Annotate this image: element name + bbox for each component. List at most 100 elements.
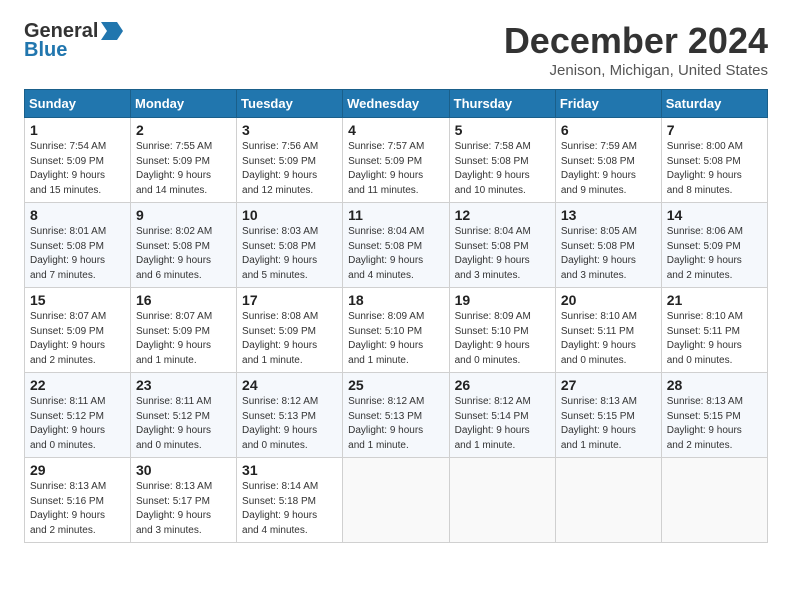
- day-number: 29: [30, 462, 125, 478]
- calendar-cell: 3 Sunrise: 7:56 AM Sunset: 5:09 PM Daylig…: [237, 118, 343, 203]
- day-info: Sunrise: 7:55 AM Sunset: 5:09 PM Dayligh…: [136, 140, 231, 198]
- calendar-cell: 9 Sunrise: 8:02 AM Sunset: 5:08 PM Daylig…: [131, 203, 237, 288]
- day-info: Sunrise: 8:07 AM Sunset: 5:09 PM Dayligh…: [30, 310, 125, 368]
- calendar-cell: 28 Sunrise: 8:13 AM Sunset: 5:15 PM Dayli…: [661, 373, 767, 458]
- day-number: 19: [455, 292, 550, 308]
- calendar-cell: [343, 458, 449, 543]
- day-number: 28: [667, 377, 762, 393]
- day-info: Sunrise: 8:12 AM Sunset: 5:13 PM Dayligh…: [348, 395, 443, 453]
- day-number: 20: [561, 292, 656, 308]
- weekday-header: Monday: [131, 90, 237, 118]
- weekday-header: Wednesday: [343, 90, 449, 118]
- title-location: Jenison, Michigan, United States: [504, 62, 768, 79]
- day-info: Sunrise: 8:11 AM Sunset: 5:12 PM Dayligh…: [30, 395, 125, 453]
- calendar-cell: 17 Sunrise: 8:08 AM Sunset: 5:09 PM Dayli…: [237, 288, 343, 373]
- calendar-header-row: SundayMondayTuesdayWednesdayThursdayFrid…: [25, 90, 768, 118]
- calendar-cell: 27Sunrise: 8:13 AM Sunset: 5:15 PM Dayli…: [555, 373, 661, 458]
- day-number: 10: [242, 207, 337, 223]
- day-number: 17: [242, 292, 337, 308]
- calendar-cell: 2 Sunrise: 7:55 AM Sunset: 5:09 PM Daylig…: [131, 118, 237, 203]
- calendar-cell: 26 Sunrise: 8:12 AM Sunset: 5:14 PM Dayli…: [449, 373, 555, 458]
- calendar-cell: 21 Sunrise: 8:10 AM Sunset: 5:11 PM Dayli…: [661, 288, 767, 373]
- day-info: Sunrise: 8:04 AM Sunset: 5:08 PM Dayligh…: [348, 225, 443, 283]
- calendar-cell: 31 Sunrise: 8:14 AM Sunset: 5:18 PM Dayli…: [237, 458, 343, 543]
- weekday-header: Thursday: [449, 90, 555, 118]
- day-info: Sunrise: 8:12 AM Sunset: 5:14 PM Dayligh…: [455, 395, 550, 453]
- title-block: December 2024 Jenison, Michigan, United …: [504, 20, 768, 79]
- calendar-cell: [555, 458, 661, 543]
- day-number: 31: [242, 462, 337, 478]
- day-number: 4: [348, 122, 443, 138]
- day-info: Sunrise: 8:09 AM Sunset: 5:10 PM Dayligh…: [348, 310, 443, 368]
- day-info: Sunrise: 8:01 AM Sunset: 5:08 PM Dayligh…: [30, 225, 125, 283]
- day-info: Sunrise: 8:09 AM Sunset: 5:10 PM Dayligh…: [455, 310, 550, 368]
- calendar-cell: 12 Sunrise: 8:04 AM Sunset: 5:08 PM Dayli…: [449, 203, 555, 288]
- day-number: 12: [455, 207, 550, 223]
- day-info: Sunrise: 8:13 AM Sunset: 5:15 PM Dayligh…: [667, 395, 762, 453]
- day-info: Sunrise: 8:04 AM Sunset: 5:08 PM Dayligh…: [455, 225, 550, 283]
- day-info: Sunrise: 8:13 AM Sunset: 5:16 PM Dayligh…: [30, 480, 125, 538]
- day-info: Sunrise: 8:03 AM Sunset: 5:08 PM Dayligh…: [242, 225, 337, 283]
- weekday-header: Sunday: [25, 90, 131, 118]
- day-info: Sunrise: 8:02 AM Sunset: 5:08 PM Dayligh…: [136, 225, 231, 283]
- day-info: Sunrise: 7:56 AM Sunset: 5:09 PM Dayligh…: [242, 140, 337, 198]
- calendar-table: SundayMondayTuesdayWednesdayThursdayFrid…: [24, 89, 768, 543]
- day-number: 1: [30, 122, 125, 138]
- day-number: 11: [348, 207, 443, 223]
- day-number: 27: [561, 377, 656, 393]
- day-info: Sunrise: 8:11 AM Sunset: 5:12 PM Dayligh…: [136, 395, 231, 453]
- day-number: 26: [455, 377, 550, 393]
- calendar-cell: 11 Sunrise: 8:04 AM Sunset: 5:08 PM Dayli…: [343, 203, 449, 288]
- day-info: Sunrise: 8:06 AM Sunset: 5:09 PM Dayligh…: [667, 225, 762, 283]
- calendar-cell: 23 Sunrise: 8:11 AM Sunset: 5:12 PM Dayli…: [131, 373, 237, 458]
- calendar-cell: 20 Sunrise: 8:10 AM Sunset: 5:11 PM Dayli…: [555, 288, 661, 373]
- day-number: 25: [348, 377, 443, 393]
- calendar-cell: 13Sunrise: 8:05 AM Sunset: 5:08 PM Dayli…: [555, 203, 661, 288]
- calendar-cell: 19 Sunrise: 8:09 AM Sunset: 5:10 PM Dayli…: [449, 288, 555, 373]
- day-number: 8: [30, 207, 125, 223]
- calendar-cell: 22 Sunrise: 8:11 AM Sunset: 5:12 PM Dayli…: [25, 373, 131, 458]
- calendar-cell: 4 Sunrise: 7:57 AM Sunset: 5:09 PM Daylig…: [343, 118, 449, 203]
- day-number: 22: [30, 377, 125, 393]
- day-info: Sunrise: 7:59 AM Sunset: 5:08 PM Dayligh…: [561, 140, 656, 198]
- day-number: 15: [30, 292, 125, 308]
- day-number: 30: [136, 462, 231, 478]
- calendar-cell: 15 Sunrise: 8:07 AM Sunset: 5:09 PM Dayli…: [25, 288, 131, 373]
- day-info: Sunrise: 8:10 AM Sunset: 5:11 PM Dayligh…: [667, 310, 762, 368]
- logo-blue: Blue: [24, 39, 67, 61]
- day-number: 14: [667, 207, 762, 223]
- day-info: Sunrise: 8:08 AM Sunset: 5:09 PM Dayligh…: [242, 310, 337, 368]
- day-info: Sunrise: 8:10 AM Sunset: 5:11 PM Dayligh…: [561, 310, 656, 368]
- calendar-week-row: 15 Sunrise: 8:07 AM Sunset: 5:09 PM Dayli…: [25, 288, 768, 373]
- day-number: 18: [348, 292, 443, 308]
- calendar-week-row: 29 Sunrise: 8:13 AM Sunset: 5:16 PM Dayli…: [25, 458, 768, 543]
- weekday-header: Tuesday: [237, 90, 343, 118]
- day-info: Sunrise: 8:05 AM Sunset: 5:08 PM Dayligh…: [561, 225, 656, 283]
- day-number: 6: [561, 122, 656, 138]
- calendar-cell: [449, 458, 555, 543]
- day-number: 23: [136, 377, 231, 393]
- day-number: 7: [667, 122, 762, 138]
- calendar-cell: 25 Sunrise: 8:12 AM Sunset: 5:13 PM Dayli…: [343, 373, 449, 458]
- calendar-cell: 10 Sunrise: 8:03 AM Sunset: 5:08 PM Dayli…: [237, 203, 343, 288]
- day-number: 16: [136, 292, 231, 308]
- day-info: Sunrise: 8:00 AM Sunset: 5:08 PM Dayligh…: [667, 140, 762, 198]
- day-number: 21: [667, 292, 762, 308]
- logo: General Blue: [24, 20, 123, 61]
- day-number: 3: [242, 122, 337, 138]
- calendar-cell: 1Sunrise: 7:54 AM Sunset: 5:09 PM Daylig…: [25, 118, 131, 203]
- calendar-cell: 24Sunrise: 8:12 AM Sunset: 5:13 PM Dayli…: [237, 373, 343, 458]
- day-number: 2: [136, 122, 231, 138]
- page-header: General Blue December 2024 Jenison, Mich…: [24, 20, 768, 79]
- title-month: December 2024: [504, 20, 768, 62]
- weekday-header: Saturday: [661, 90, 767, 118]
- day-info: Sunrise: 8:12 AM Sunset: 5:13 PM Dayligh…: [242, 395, 337, 453]
- day-info: Sunrise: 8:14 AM Sunset: 5:18 PM Dayligh…: [242, 480, 337, 538]
- calendar-cell: 7 Sunrise: 8:00 AM Sunset: 5:08 PM Daylig…: [661, 118, 767, 203]
- calendar-week-row: 1Sunrise: 7:54 AM Sunset: 5:09 PM Daylig…: [25, 118, 768, 203]
- day-info: Sunrise: 7:58 AM Sunset: 5:08 PM Dayligh…: [455, 140, 550, 198]
- day-number: 9: [136, 207, 231, 223]
- calendar-cell: 16Sunrise: 8:07 AM Sunset: 5:09 PM Dayli…: [131, 288, 237, 373]
- day-info: Sunrise: 8:13 AM Sunset: 5:17 PM Dayligh…: [136, 480, 231, 538]
- day-info: Sunrise: 7:57 AM Sunset: 5:09 PM Dayligh…: [348, 140, 443, 198]
